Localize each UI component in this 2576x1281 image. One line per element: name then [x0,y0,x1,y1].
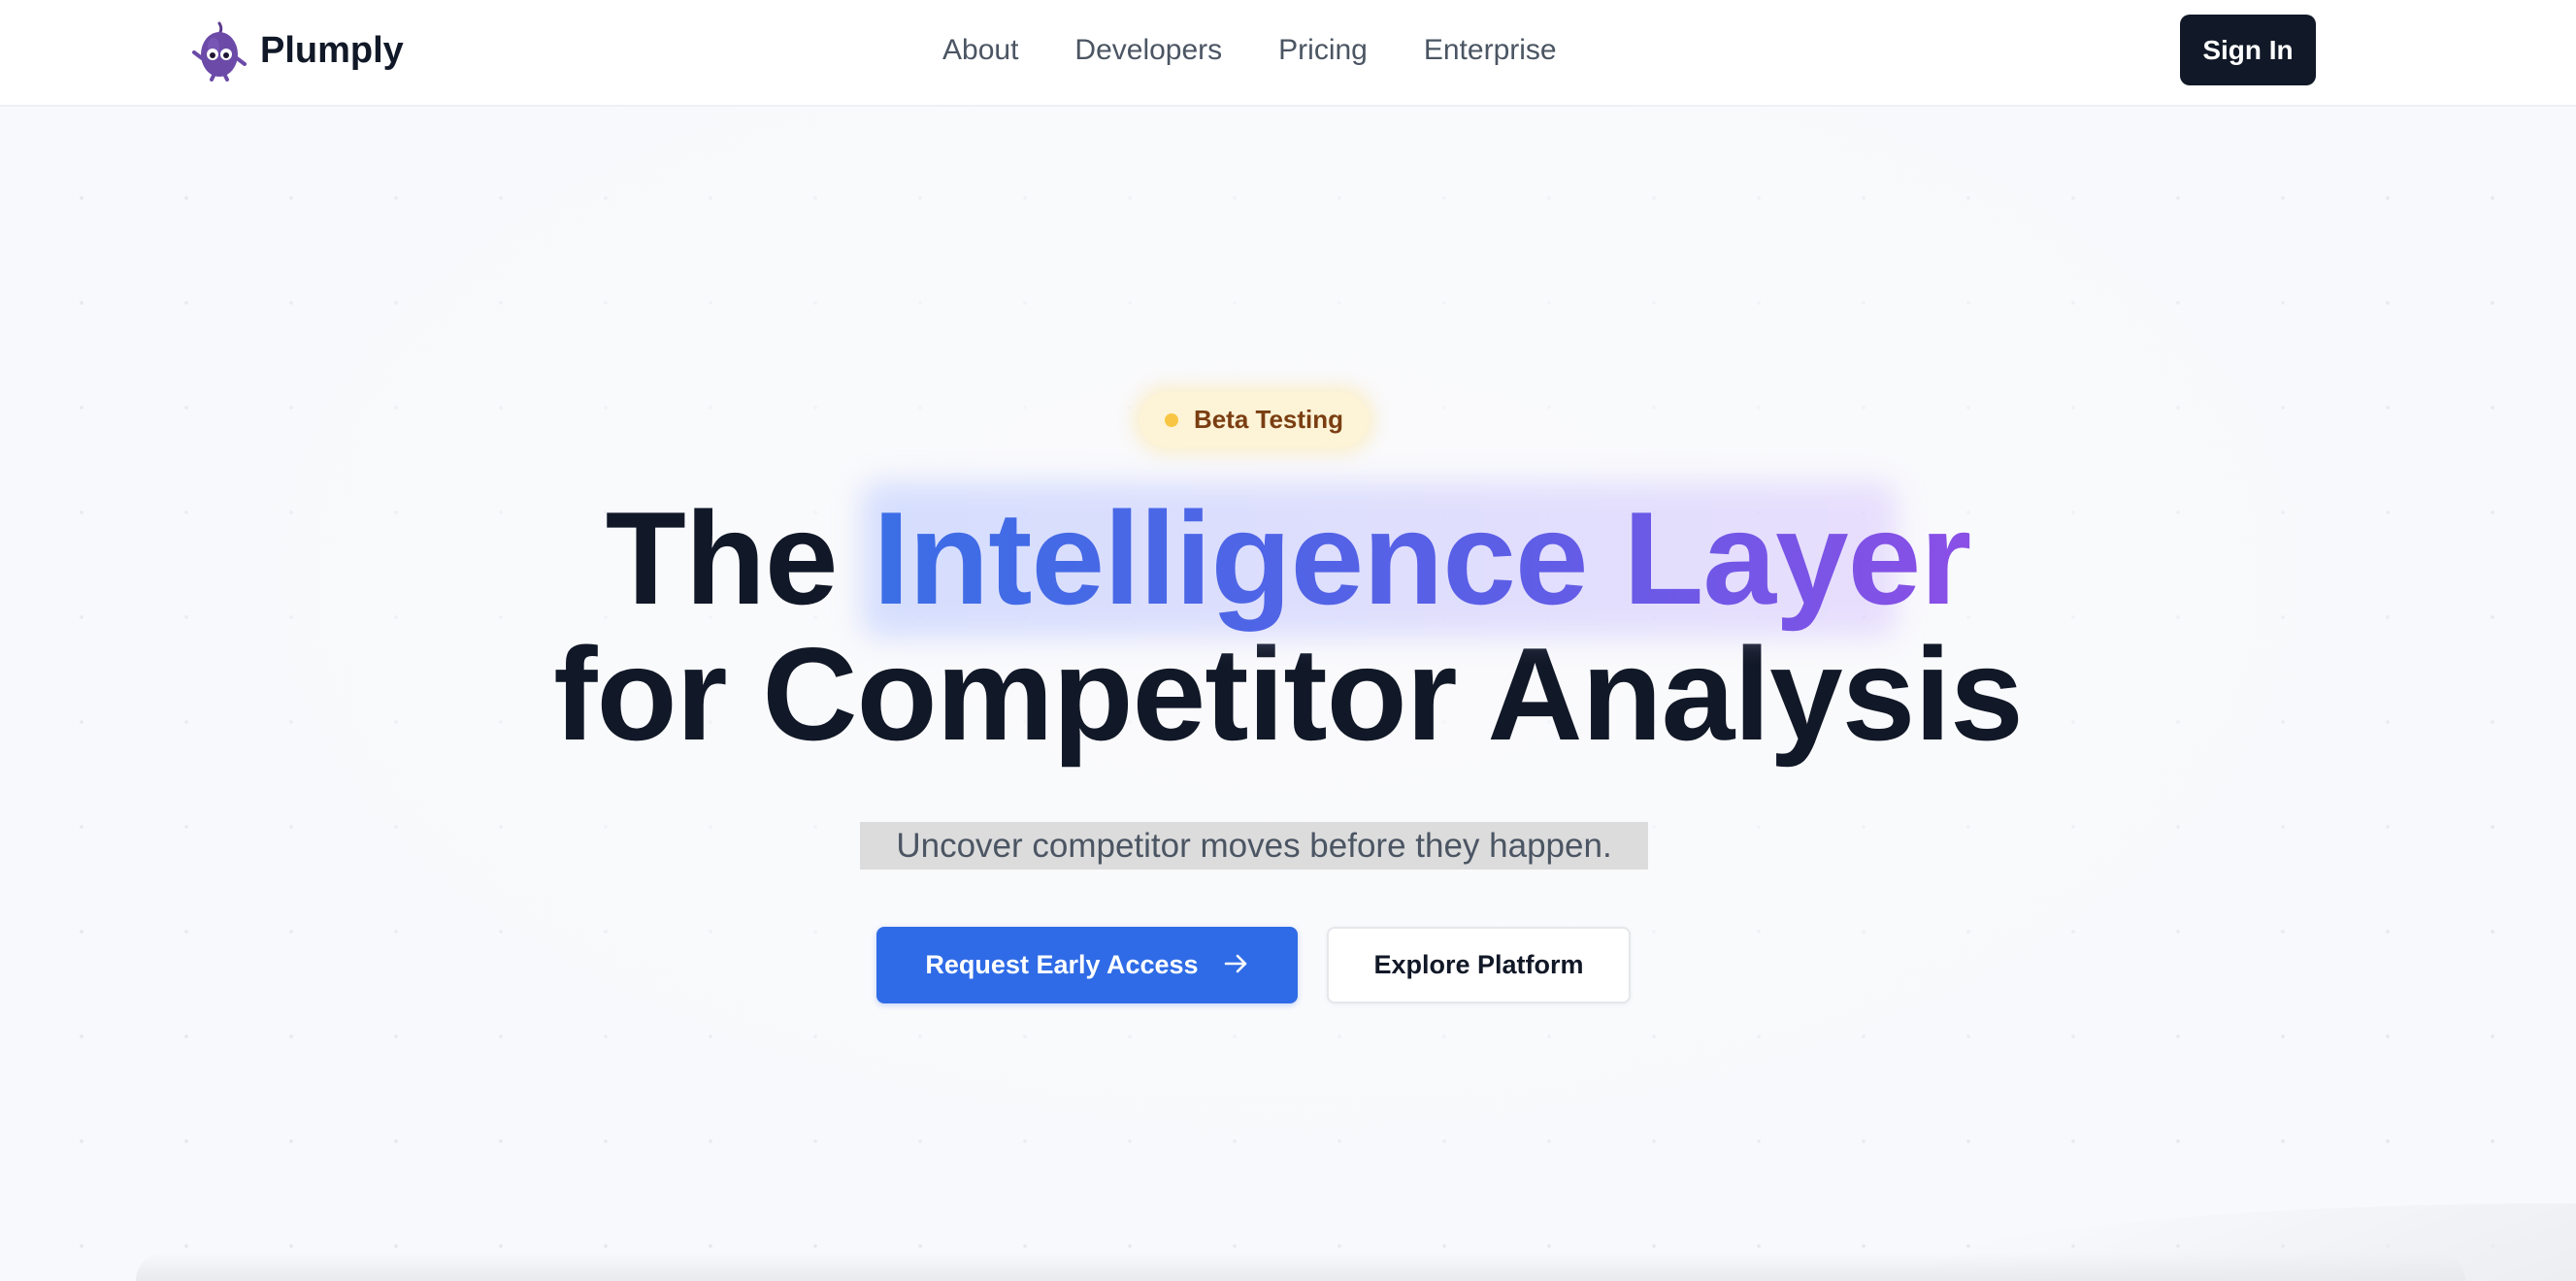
hero-subtitle: Uncover competitor moves before they hap… [860,822,1648,870]
preview-card-edge [136,1252,2465,1281]
top-navigation-bar: Plumply About Developers Pricing Enterpr… [0,0,2576,107]
main-nav: About Developers Pricing Enterprise [942,27,1613,74]
request-early-access-label: Request Early Access [925,950,1199,979]
beta-status-badge: Beta Testing [1139,392,1369,447]
nav-link-pricing[interactable]: Pricing [1278,27,1368,74]
request-early-access-button[interactable]: Request Early Access [876,927,1298,1003]
headline-line2: for Competitor Analysis [553,620,2024,768]
sign-in-button[interactable]: Sign In [2180,15,2316,85]
nav-link-about[interactable]: About [942,27,1018,74]
brand-name: Plumply [260,29,404,71]
badge-label: Beta Testing [1193,405,1344,434]
hero-headline: The Intelligence Layer for Competitor An… [0,482,2576,768]
nav-link-developers[interactable]: Developers [1074,27,1222,74]
explore-platform-button[interactable]: Explore Platform [1327,927,1631,1003]
nav-link-enterprise[interactable]: Enterprise [1424,27,1557,74]
brand-logo-link[interactable]: Plumply [190,17,404,83]
plum-mascot-icon [190,19,248,82]
headline-part1: The [605,484,874,632]
status-dot-icon [1164,412,1178,427]
arrow-right-icon [1224,949,1249,982]
headline-gradient-text: Intelligence Layer [873,484,1971,632]
